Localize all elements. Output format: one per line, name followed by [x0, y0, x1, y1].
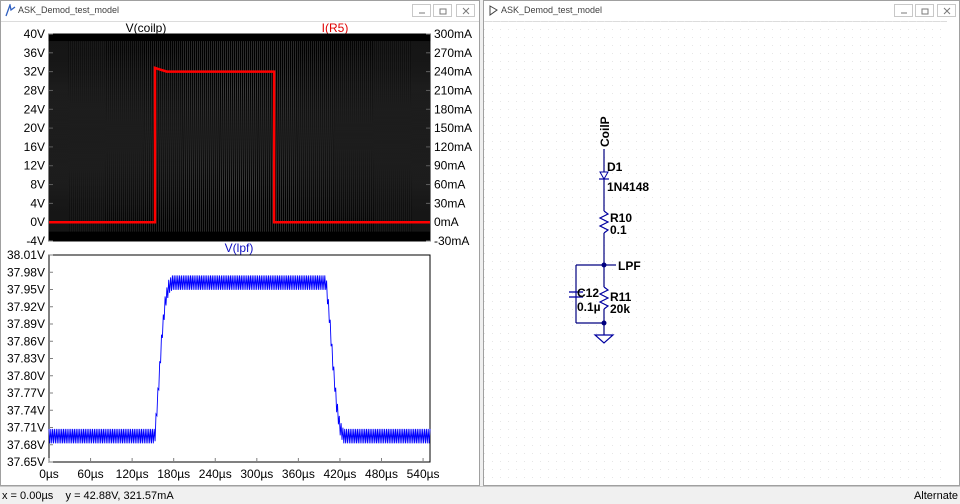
minimize-icon	[419, 12, 425, 14]
top-right-tick-label: 210mA	[434, 83, 472, 97]
bottom-left-tick-label: 37.89V	[7, 317, 45, 331]
close-button[interactable]	[456, 4, 475, 17]
waveform-window-title: ASK_Demod_test_model	[18, 5, 120, 15]
schematic-window[interactable]: ASK_Demod_test_model CoilP D1 1N4148 R10…	[483, 0, 960, 486]
bottom-left-tick-label: 37.95V	[7, 283, 45, 297]
x-tick-label: 540µs	[407, 467, 440, 481]
top-left-tick-label: 24V	[24, 102, 45, 116]
top-left-tick-label: 36V	[24, 46, 45, 60]
x-tick-label: 480µs	[365, 467, 398, 481]
waveform-titlebar[interactable]: ASK_Demod_test_model	[1, 1, 479, 22]
bottom-left-tick-label: 37.77V	[7, 386, 45, 400]
restore-icon	[921, 8, 929, 15]
top-left-tick-label: 0V	[30, 215, 45, 229]
schematic-maximize-button[interactable]	[915, 4, 934, 17]
schematic-app-icon	[489, 5, 498, 16]
top-left-tick-label: 40V	[24, 27, 45, 41]
top-left-tick-label: 20V	[24, 121, 45, 135]
top-left-tick-label: -4V	[26, 234, 45, 248]
top-left-tick-label: 12V	[24, 159, 45, 173]
d1-value: 1N4148	[607, 180, 649, 194]
top-right-axis: 300mA 270mA 240mA 210mA 180mA 150mA 120mA 90mA 6…	[426, 27, 472, 248]
trace-label-ir5[interactable]: I(R5)	[322, 21, 349, 35]
bottom-plot-frame[interactable]	[48, 254, 431, 463]
minimize-icon	[901, 12, 907, 14]
bottom-left-tick-label: 37.74V	[7, 403, 45, 417]
x-tick-label: 60µs	[77, 467, 103, 481]
close-icon	[462, 7, 470, 15]
top-right-tick-label: 150mA	[434, 121, 472, 135]
x-tick-label: 120µs	[116, 467, 149, 481]
maximize-button[interactable]	[433, 4, 452, 17]
x-tick-label: 420µs	[323, 467, 356, 481]
schematic-minimize-button[interactable]	[894, 4, 913, 17]
top-left-tick-label: 4V	[30, 196, 45, 210]
x-tick-label: 0µs	[39, 467, 59, 481]
top-left-tick-label: 32V	[24, 65, 45, 79]
x-tick-label: 300µs	[240, 467, 273, 481]
minimize-button[interactable]	[412, 4, 431, 17]
waveform-window[interactable]: ASK_Demod_test_model V(coilp) I(R5) 40V 3…	[0, 0, 480, 486]
bottom-left-tick-label: 37.92V	[7, 300, 45, 314]
r11-value: 20k	[610, 302, 630, 316]
schematic-window-title: ASK_Demod_test_model	[501, 5, 603, 15]
bottom-left-tick-label: 37.68V	[7, 438, 45, 452]
cursor-readout: x = 0.00µs y = 42.88V, 321.57mA	[2, 490, 174, 502]
junction-dot	[601, 320, 607, 326]
top-right-tick-label: 240mA	[434, 65, 472, 79]
schematic-canvas[interactable]: CoilP D1 1N4148 R10 0.1 LPF C12 0.1µ R11…	[484, 21, 947, 485]
x-tick-label: 180µs	[157, 467, 190, 481]
top-right-tick-label: 300mA	[434, 27, 472, 41]
bottom-left-axis: 38.01V 37.98V 37.95V 37.92V 37.89V 37.86V 37.8…	[7, 248, 53, 469]
mode-indicator: Alternate	[913, 490, 958, 502]
restore-icon	[439, 8, 447, 15]
top-right-tick-label: 60mA	[434, 178, 465, 192]
trace-label-vcoilp[interactable]: V(coilp)	[126, 21, 167, 35]
d1-name: D1	[607, 160, 623, 174]
bottom-left-tick-label: 37.86V	[7, 334, 45, 348]
schematic-titlebar[interactable]: ASK_Demod_test_model	[484, 1, 959, 22]
x-tick-label: 360µs	[282, 467, 315, 481]
top-left-tick-label: 16V	[24, 140, 45, 154]
top-right-tick-label: 90mA	[434, 159, 465, 173]
r10-value: 0.1	[610, 223, 627, 237]
net-label-coilp[interactable]: CoilP	[598, 116, 612, 147]
bottom-left-tick-label: 37.98V	[7, 265, 45, 279]
trace-label-vlpf[interactable]: V(lpf)	[225, 241, 254, 255]
status-bar: x = 0.00µs y = 42.88V, 321.57mA Alternat…	[0, 486, 960, 504]
top-left-tick-label: 8V	[30, 178, 45, 192]
bottom-left-tick-label: 37.71V	[7, 421, 45, 435]
bottom-left-tick-label: 38.01V	[7, 248, 45, 262]
c12-value: 0.1µ	[577, 300, 601, 314]
c12-name: C12	[577, 286, 599, 300]
waveform-app-icon	[5, 4, 16, 17]
top-right-tick-label: 120mA	[434, 140, 472, 154]
top-left-tick-label: 28V	[24, 83, 45, 97]
schematic-close-button[interactable]	[937, 4, 956, 17]
top-right-tick-label: 270mA	[434, 46, 472, 60]
bottom-left-tick-label: 37.83V	[7, 352, 45, 366]
bottom-left-tick-label: 37.80V	[7, 369, 45, 383]
top-right-tick-label: 30mA	[434, 196, 465, 210]
net-label-lpf[interactable]: LPF	[618, 259, 641, 273]
top-right-tick-label: 180mA	[434, 102, 472, 116]
close-icon	[943, 7, 951, 15]
schematic-scrollbar[interactable]	[947, 21, 959, 485]
top-right-tick-label: -30mA	[434, 234, 469, 248]
top-right-tick-label: 0mA	[434, 215, 459, 229]
x-tick-label: 240µs	[199, 467, 232, 481]
waveform-plot-area[interactable]: V(coilp) I(R5) 40V 36V 32V 28V 24V 20V 16V 12V 8…	[1, 21, 479, 486]
